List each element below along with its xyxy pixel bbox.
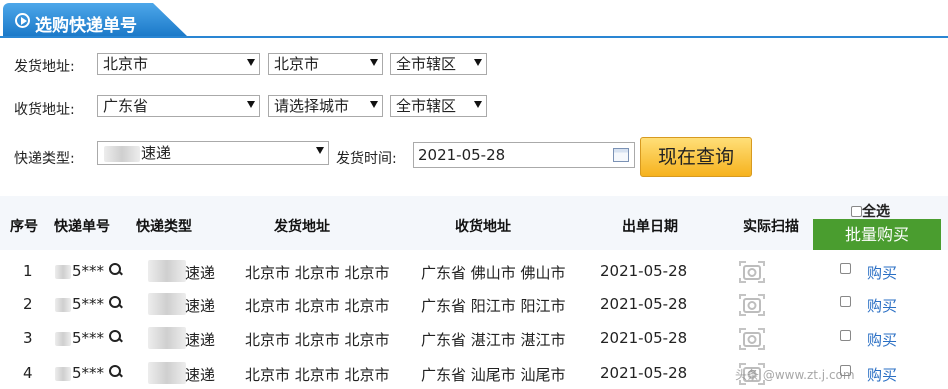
express-type: 速递 xyxy=(185,331,216,349)
select-all-label: 全选 xyxy=(862,204,890,220)
calendar-icon[interactable] xyxy=(613,148,629,162)
tracking-number: 5*** xyxy=(72,329,122,347)
to-address: 广东省 汕尾市 汕尾市 xyxy=(421,366,566,384)
express-type-value: 速递 xyxy=(141,144,172,162)
row-index: 4 xyxy=(23,364,33,382)
redacted-carrier xyxy=(104,146,140,162)
select-all-checkbox[interactable]: 全选 xyxy=(851,201,890,221)
from-address: 北京市 北京市 北京市 xyxy=(245,264,390,282)
row-index: 3 xyxy=(23,329,33,347)
issue-date: 2021-05-28 xyxy=(600,262,688,280)
col-express-type: 快递类型 xyxy=(136,219,192,235)
sender-province-select[interactable]: 北京市 xyxy=(97,53,260,75)
receiver-province-select[interactable]: 广东省 xyxy=(97,95,260,117)
to-address: 广东省 佛山市 佛山市 xyxy=(421,264,566,282)
play-circle-icon xyxy=(15,13,30,28)
from-address: 北京市 北京市 北京市 xyxy=(245,331,390,349)
dropdown-arrow-icon xyxy=(474,59,482,66)
col-to-address: 收货地址 xyxy=(455,219,511,235)
redacted-carrier xyxy=(148,293,186,315)
sender-district-value: 全市辖区 xyxy=(396,55,457,73)
issue-date: 2021-05-28 xyxy=(600,295,688,313)
header-divider xyxy=(0,36,948,38)
express-type: 速递 xyxy=(185,366,216,384)
dropdown-arrow-icon xyxy=(370,59,378,66)
express-type-select[interactable]: 速递 xyxy=(97,141,329,165)
express-type-label: 快递类型: xyxy=(14,151,75,167)
col-actual-scan: 实际扫描 xyxy=(743,219,799,235)
search-icon[interactable] xyxy=(108,263,122,277)
redacted-tracking xyxy=(55,367,71,381)
to-address: 广东省 阳江市 阳江市 xyxy=(421,297,566,315)
tracking-number: 5*** xyxy=(72,295,122,313)
query-now-button[interactable]: 现在查询 xyxy=(640,137,752,177)
buy-link[interactable]: 购买 xyxy=(867,295,897,316)
row-checkbox[interactable] xyxy=(840,263,851,274)
redacted-carrier xyxy=(148,362,186,384)
checkbox-icon[interactable] xyxy=(851,206,862,217)
from-address: 北京市 北京市 北京市 xyxy=(245,297,390,315)
row-index: 1 xyxy=(23,262,33,280)
sender-city-value: 北京市 xyxy=(274,55,320,73)
scan-image-icon[interactable] xyxy=(737,324,767,354)
receiver-address-label: 收货地址: xyxy=(14,102,75,118)
redacted-tracking xyxy=(55,265,71,279)
dropdown-arrow-icon xyxy=(247,101,255,108)
sender-city-select[interactable]: 北京市 xyxy=(268,53,383,75)
section-tab[interactable]: 选购快递单号 xyxy=(3,3,188,37)
search-icon[interactable] xyxy=(108,330,122,344)
tracking-number-value: 5*** xyxy=(72,329,105,347)
receiver-province-value: 广东省 xyxy=(103,97,149,115)
sender-address-label: 发货地址: xyxy=(14,59,75,75)
receiver-city-select[interactable]: 请选择城市 xyxy=(268,95,383,117)
header-bar: 选购快递单号 xyxy=(0,0,948,38)
row-checkbox[interactable] xyxy=(840,330,851,341)
dropdown-arrow-icon xyxy=(247,59,255,66)
dropdown-arrow-icon xyxy=(316,147,324,154)
receiver-city-value: 请选择城市 xyxy=(274,97,350,115)
scan-image-icon[interactable] xyxy=(737,257,767,287)
from-address: 北京市 北京市 北京市 xyxy=(245,366,390,384)
ship-date-label: 发货时间: xyxy=(336,151,397,167)
col-from-address: 发货地址 xyxy=(274,219,330,235)
dropdown-arrow-icon xyxy=(474,101,482,108)
redacted-tracking xyxy=(55,298,71,312)
scan-image-icon[interactable] xyxy=(737,290,767,320)
ship-date-input[interactable]: 2021-05-28 xyxy=(413,142,635,168)
row-checkbox[interactable] xyxy=(840,296,851,307)
issue-date: 2021-05-28 xyxy=(600,364,688,382)
watermark: 头条 @www.zt.j.com xyxy=(735,368,855,382)
redacted-carrier xyxy=(148,327,186,349)
tracking-number-value: 5*** xyxy=(72,295,105,313)
buy-link[interactable]: 购买 xyxy=(867,329,897,350)
redacted-tracking xyxy=(55,332,71,346)
tracking-number: 5*** xyxy=(72,262,122,280)
tracking-number-value: 5*** xyxy=(72,262,105,280)
col-issue-date: 出单日期 xyxy=(622,219,678,235)
receiver-district-select[interactable]: 全市辖区 xyxy=(390,95,487,117)
col-tracking-number: 快递单号 xyxy=(54,219,110,235)
redacted-carrier xyxy=(148,260,186,282)
search-icon[interactable] xyxy=(108,365,122,379)
to-address: 广东省 湛江市 湛江市 xyxy=(421,331,566,349)
express-type: 速递 xyxy=(185,297,216,315)
section-title: 选购快递单号 xyxy=(35,16,137,36)
issue-date: 2021-05-28 xyxy=(600,329,688,347)
tracking-number-value: 5*** xyxy=(72,364,105,382)
row-index: 2 xyxy=(23,295,33,313)
col-index: 序号 xyxy=(10,219,38,235)
tracking-number: 5*** xyxy=(72,364,122,382)
express-type: 速递 xyxy=(185,264,216,282)
buy-link[interactable]: 购买 xyxy=(867,262,897,283)
ship-date-value: 2021-05-28 xyxy=(418,146,506,164)
receiver-district-value: 全市辖区 xyxy=(396,97,457,115)
sender-district-select[interactable]: 全市辖区 xyxy=(390,53,487,75)
bulk-buy-button[interactable]: 批量购买 xyxy=(813,219,941,250)
sender-province-value: 北京市 xyxy=(103,55,149,73)
search-icon[interactable] xyxy=(108,296,122,310)
dropdown-arrow-icon xyxy=(370,101,378,108)
buy-link[interactable]: 购买 xyxy=(867,364,897,385)
